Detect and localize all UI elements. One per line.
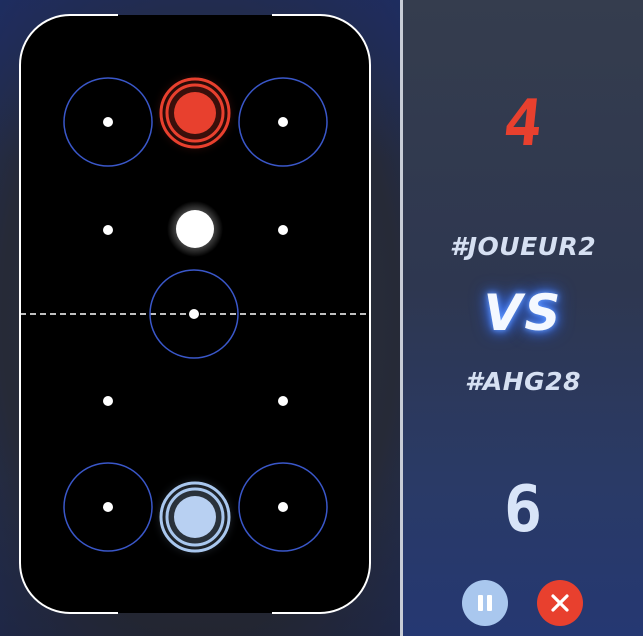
dot <box>189 309 199 319</box>
opponent-score: 4 <box>499 87 547 161</box>
dot <box>103 117 113 127</box>
dot <box>278 502 288 512</box>
opponent-name: #JOUEUR2 <box>449 232 597 261</box>
puck <box>167 201 223 257</box>
dot <box>278 117 288 127</box>
vs-label: VS <box>483 284 563 342</box>
player-score: 6 <box>503 473 543 547</box>
air-hockey-table[interactable] <box>0 0 400 636</box>
opponent-mallet <box>159 77 231 149</box>
dot <box>103 396 113 406</box>
pause-button[interactable] <box>462 580 508 626</box>
scoreboard-panel: 4 #JOUEUR2 VS #AHG28 6 <box>403 0 643 636</box>
game-area[interactable] <box>0 0 400 636</box>
player-name: #AHG28 <box>465 367 581 396</box>
dot <box>103 225 113 235</box>
close-button[interactable] <box>537 580 583 626</box>
player-mallet[interactable] <box>159 481 231 553</box>
dot <box>278 396 288 406</box>
pause-icon <box>478 595 492 611</box>
close-icon <box>551 594 569 612</box>
dot <box>103 502 113 512</box>
dot <box>278 225 288 235</box>
